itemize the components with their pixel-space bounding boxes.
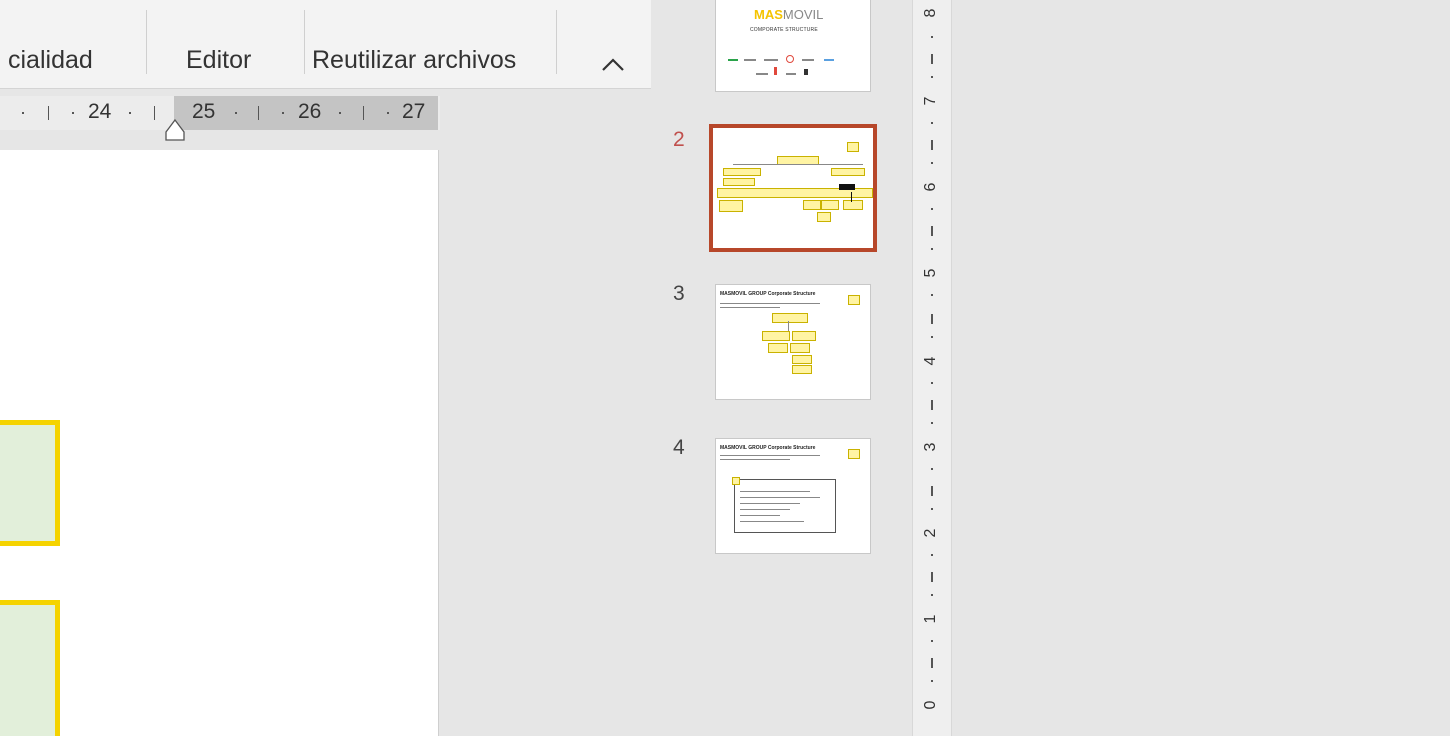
slide-thumbnail-1[interactable]: MASMOVIL COMPORATE STRUCTURE (715, 0, 871, 92)
chevron-up-icon (602, 58, 624, 71)
vruler-label-1: 1 (922, 614, 939, 624)
ribbon: cialidad Editor Reutilizar archivos (0, 0, 651, 89)
ribbon-separator (304, 10, 305, 74)
slide-number-4: 4 (673, 436, 685, 459)
slide-thumbnail-4[interactable]: MASMOVIL GROUP Corporate Structure (715, 438, 871, 554)
vruler-label-3: 3 (922, 442, 939, 452)
vruler-label-4: 4 (922, 356, 939, 366)
vruler-label-0: 0 (922, 700, 939, 710)
slide-shape-box[interactable] (0, 420, 60, 546)
ribbon-separator (556, 10, 557, 74)
thumb-subtitle: COMPORATE STRUCTURE (750, 27, 818, 33)
vruler-label-2: 2 (922, 528, 939, 538)
workspace-background (952, 0, 1450, 736)
ribbon-separator (146, 10, 147, 74)
slide-number-3: 3 (673, 282, 685, 305)
vertical-ruler[interactable]: 8 7 6 5 4 3 2 1 0 (912, 0, 952, 736)
indent-marker-icon[interactable] (164, 118, 186, 142)
collapse-ribbon-button[interactable] (596, 50, 630, 80)
ruler-label-24: 24 (88, 100, 112, 123)
thumb-brand-bold: MAS (754, 7, 783, 22)
slide-thumbnails-pane: MASMOVIL COMPORATE STRUCTURE 2 3 MASMOVI… (651, 0, 911, 736)
ribbon-group-accessibility[interactable]: cialidad (8, 46, 93, 75)
horizontal-ruler[interactable]: 24 25 26 27 (0, 96, 440, 130)
vruler-label-6: 6 (922, 182, 939, 192)
slide-thumbnail-3[interactable]: MASMOVIL GROUP Corporate Structure (715, 284, 871, 400)
thumb-brand-light: MOVIL (782, 7, 824, 22)
thumb-title: MASMOVIL GROUP Corporate Structure (720, 291, 816, 297)
vruler-label-8: 8 (922, 8, 939, 18)
ruler-label-27: 27 (402, 100, 426, 123)
slide-number-2: 2 (673, 128, 685, 151)
ribbon-group-editor[interactable]: Editor (186, 46, 251, 75)
ruler-label-26: 26 (298, 100, 322, 123)
ribbon-group-reuse-files[interactable]: Reutilizar archivos (312, 46, 516, 75)
slide-thumbnail-2[interactable] (709, 124, 877, 252)
slide-canvas[interactable] (0, 150, 439, 736)
vruler-label-7: 7 (922, 96, 939, 106)
ruler-label-25: 25 (192, 100, 216, 123)
vruler-label-5: 5 (922, 268, 939, 278)
thumb-title: MASMOVIL GROUP Corporate Structure (720, 445, 816, 451)
slide-shape-box[interactable] (0, 600, 60, 736)
